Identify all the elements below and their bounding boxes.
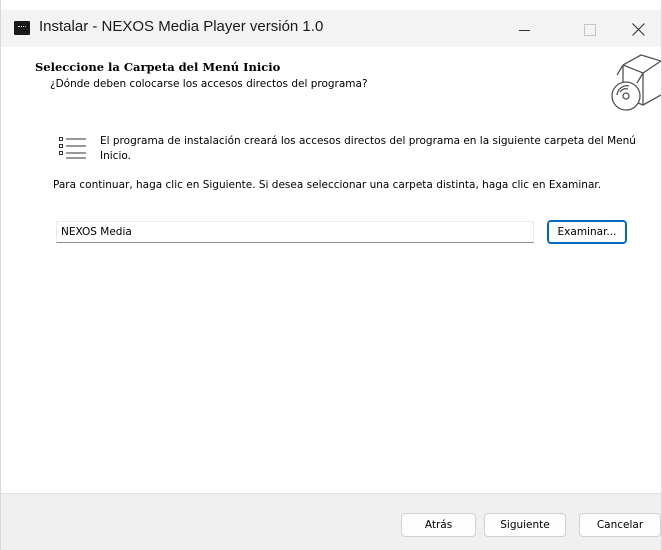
instruction-text: Para continuar, haga clic en Siguiente. … [53,179,602,191]
page-title: Seleccione la Carpeta del Menú Inicio [35,60,281,74]
minimize-button[interactable] [501,10,547,47]
back-button[interactable]: Atrás [401,513,476,537]
title-bar[interactable]: Instalar - NEXOS Media Player versión 1.… [1,0,661,47]
minimize-icon [518,30,530,31]
wizard-header: Seleccione la Carpeta del Menú Inicio ¿D… [1,47,661,120]
cancel-button[interactable]: Cancelar [579,513,661,537]
shortcut-list-icon [59,137,86,159]
software-box-icon [611,54,661,111]
maximize-icon [584,23,596,36]
close-icon [631,22,646,37]
next-button[interactable]: Siguiente [484,513,566,537]
start-menu-folder-input[interactable] [56,221,534,243]
browse-button[interactable]: Examinar... [547,220,627,244]
maximize-button[interactable] [567,10,613,47]
installer-window: Instalar - NEXOS Media Player versión 1.… [0,0,662,550]
nexos-app-icon [14,21,30,35]
description-text: El programa de instalación creará los ac… [100,135,636,162]
page-subtitle: ¿Dónde deben colocarse los accesos direc… [50,78,368,90]
close-button[interactable] [615,10,661,47]
window-title: Instalar - NEXOS Media Player versión 1.… [39,18,324,35]
wizard-footer: Atrás Siguiente Cancelar [1,493,661,550]
